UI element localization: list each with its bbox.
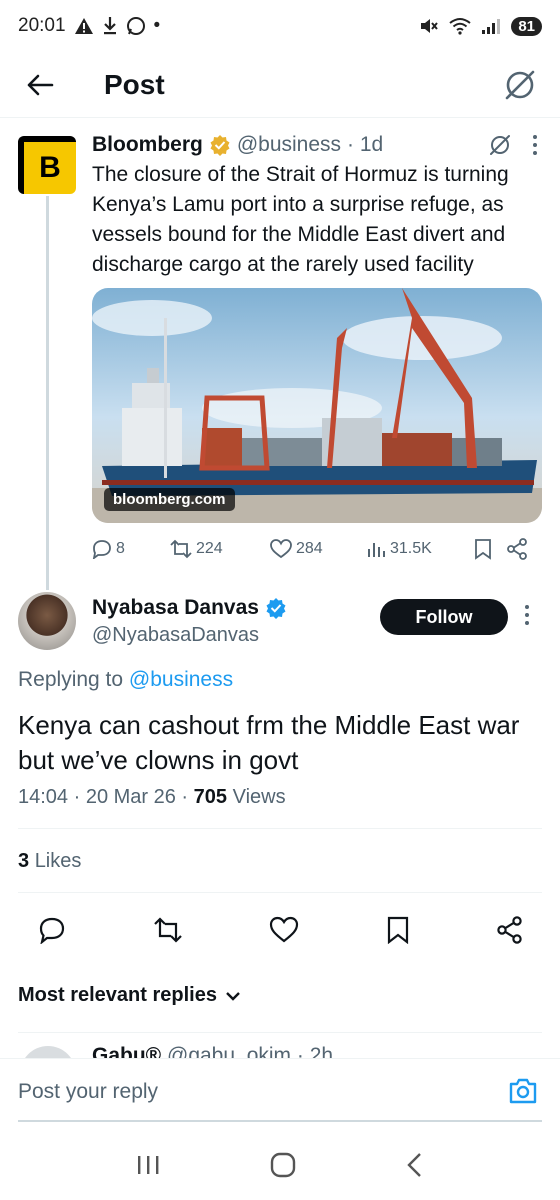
bookmark-icon[interactable]	[474, 538, 492, 560]
notification-dot: •	[153, 15, 161, 36]
repost-icon	[170, 539, 192, 559]
heart-icon[interactable]	[269, 916, 299, 944]
media-source-badge: bloomberg.com	[104, 488, 235, 511]
views-count: 705	[193, 786, 228, 808]
wifi-icon	[449, 18, 471, 35]
divider	[18, 892, 542, 893]
recents-icon[interactable]	[135, 1154, 161, 1176]
divider	[18, 1032, 542, 1033]
post-meta: 14:04 · 20 Mar 26 · 705 Views	[18, 786, 286, 809]
chevron-down-icon	[226, 991, 240, 1001]
likes-summary[interactable]: 3 Likes	[18, 850, 81, 873]
clock: 20:01	[18, 15, 66, 36]
repost-count: 224	[196, 540, 223, 557]
status-left: 20:01 •	[18, 15, 160, 37]
header-icons	[488, 133, 552, 157]
mute-icon	[421, 19, 439, 33]
divider	[18, 828, 542, 829]
signal-icon	[482, 19, 501, 34]
back-nav-icon[interactable]	[405, 1152, 425, 1178]
page-title: Post	[104, 68, 165, 100]
status-right: 81	[419, 16, 542, 36]
user-avatar[interactable]	[18, 592, 76, 650]
author-handle[interactable]: @business	[237, 133, 341, 157]
verified-blue-icon	[266, 598, 286, 619]
download-icon	[103, 17, 116, 35]
post-timestamp: 14:04 · 20 Mar 26 ·	[18, 786, 189, 808]
author-name-row[interactable]: Nyabasa Danvas	[92, 596, 287, 620]
reply-sort-label: Most relevant replies	[18, 984, 217, 1006]
status-bar: 20:01 • 81	[0, 0, 560, 52]
avatar-letter: B	[39, 151, 61, 184]
composer-underline	[18, 1120, 542, 1122]
like-count: 284	[296, 540, 323, 557]
warning-icon	[74, 18, 93, 34]
views-icon	[368, 543, 385, 557]
replying-to: Replying to @business	[18, 668, 233, 692]
more-vertical-icon[interactable]	[532, 134, 538, 156]
views-action[interactable]: 31.5K	[366, 539, 466, 559]
reply-composer	[0, 1058, 560, 1122]
author-name[interactable]: Bloomberg	[92, 133, 203, 157]
reply-icon[interactable]	[38, 916, 66, 944]
replying-mention-link[interactable]: @business	[129, 668, 233, 691]
camera-icon[interactable]	[508, 1077, 538, 1105]
main-post-actions	[18, 910, 542, 950]
grok-button[interactable]	[480, 52, 560, 118]
grok-icon	[505, 70, 535, 99]
repost-action[interactable]: 224	[170, 539, 270, 559]
views-label: Views	[232, 786, 286, 808]
heart-icon	[270, 539, 292, 559]
reply-sort-dropdown[interactable]: Most relevant replies	[18, 984, 241, 1007]
reply-author-handle: @gabu_okim · 2h	[167, 1044, 334, 1058]
reply-author: Gabu® @gabu_okim · 2h	[92, 1044, 333, 1058]
parent-post-actions: 8 224 284 31.5K	[92, 534, 542, 564]
back-button[interactable]	[0, 52, 80, 118]
reply-avatar[interactable]	[20, 1046, 76, 1058]
follow-button[interactable]: Follow	[380, 599, 508, 635]
home-icon[interactable]	[270, 1152, 296, 1178]
battery-indicator: 81	[511, 16, 542, 36]
views-count: 31.5K	[390, 540, 432, 557]
post-media-image[interactable]: bloomberg.com	[92, 288, 542, 523]
reply-icon	[92, 540, 111, 559]
top-bar: Post	[0, 52, 560, 118]
reply-author-name[interactable]: Gabu®	[92, 1044, 161, 1058]
next-reply-preview[interactable]: Gabu® @gabu_okim · 2h	[0, 1040, 560, 1058]
verified-gold-icon	[210, 135, 230, 156]
parent-post-text: The closure of the Strait of Hormuz is t…	[92, 163, 509, 276]
whatsapp-icon	[126, 17, 145, 35]
share-icon[interactable]	[496, 916, 524, 944]
reply-count: 8	[116, 540, 125, 557]
like-action[interactable]: 284	[270, 539, 366, 559]
repost-icon[interactable]	[153, 916, 183, 944]
likes-label: Likes	[34, 850, 82, 872]
grok-icon[interactable]	[488, 133, 512, 157]
more-vertical-icon[interactable]	[524, 604, 530, 626]
likes-count: 3	[18, 850, 30, 872]
replying-prefix: Replying to	[18, 668, 124, 691]
arrow-left-icon	[27, 74, 54, 95]
post-time: · 1d	[347, 133, 384, 156]
reply-action[interactable]: 8	[92, 539, 170, 559]
bookmark-icon[interactable]	[386, 916, 410, 944]
thread-connector-line	[46, 196, 49, 590]
bloomberg-avatar[interactable]: B	[18, 136, 76, 194]
android-nav-bar	[0, 1130, 560, 1200]
share-icon[interactable]	[506, 538, 528, 560]
reply-input[interactable]	[18, 1075, 498, 1109]
author-handle[interactable]: @NyabasaDanvas	[92, 624, 259, 647]
author-name[interactable]: Nyabasa Danvas	[92, 596, 259, 620]
parent-post-header: Bloomberg @business · 1d	[92, 130, 552, 160]
post-text: Kenya can cashout frm the Middle East wa…	[18, 710, 520, 775]
